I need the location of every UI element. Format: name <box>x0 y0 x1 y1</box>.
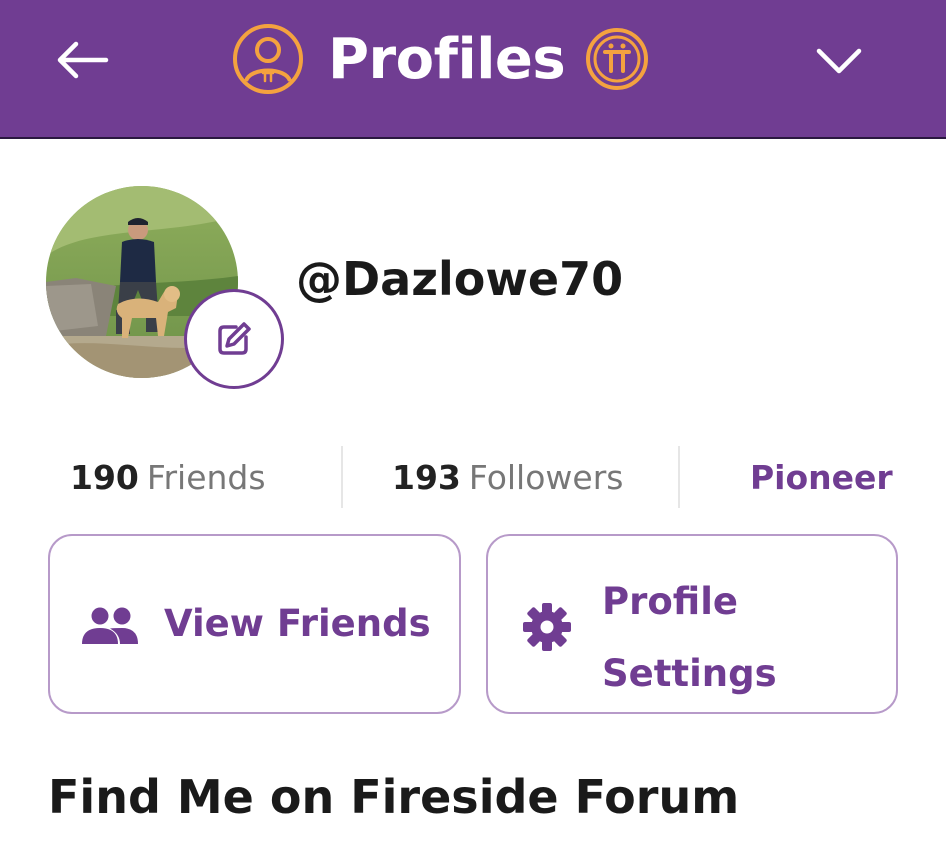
friends-count: 190 <box>70 458 139 497</box>
profile-settings-button[interactable]: Profile Settings <box>486 534 898 714</box>
profile-badge-icon <box>233 24 303 94</box>
page-title: Profiles <box>328 26 566 92</box>
pi-coin-icon <box>586 28 649 90</box>
view-friends-button[interactable]: View Friends <box>48 534 461 714</box>
header-bar: Profiles <box>0 0 946 139</box>
arrow-left-icon <box>57 41 109 79</box>
role-badge: Pioneer <box>750 458 893 497</box>
chevron-down-icon <box>816 48 862 74</box>
edit-pencil-icon <box>218 322 251 355</box>
followers-count: 193 <box>392 458 461 497</box>
friends-stat[interactable]: 190 Friends <box>70 458 266 497</box>
dropdown-button[interactable] <box>804 30 874 90</box>
profile-page: Profiles @Dazlowe70 190 Friends 193 Foll… <box>0 0 946 847</box>
back-button[interactable] <box>50 30 114 90</box>
people-icon <box>82 607 138 644</box>
stat-divider <box>341 446 343 508</box>
gear-icon <box>523 603 571 651</box>
profile-settings-label: Profile Settings <box>602 580 777 695</box>
friends-label: Friends <box>146 458 266 497</box>
view-friends-label: View Friends <box>164 602 431 645</box>
username: @Dazlowe70 <box>296 252 624 306</box>
section-title-fireside-forum: Find Me on Fireside Forum <box>48 770 740 824</box>
stat-divider <box>678 446 680 508</box>
followers-label: Followers <box>468 458 624 497</box>
header-title-group: Profiles <box>232 20 649 98</box>
edit-avatar-button[interactable] <box>184 289 284 389</box>
followers-stat[interactable]: 193 Followers <box>392 458 623 497</box>
